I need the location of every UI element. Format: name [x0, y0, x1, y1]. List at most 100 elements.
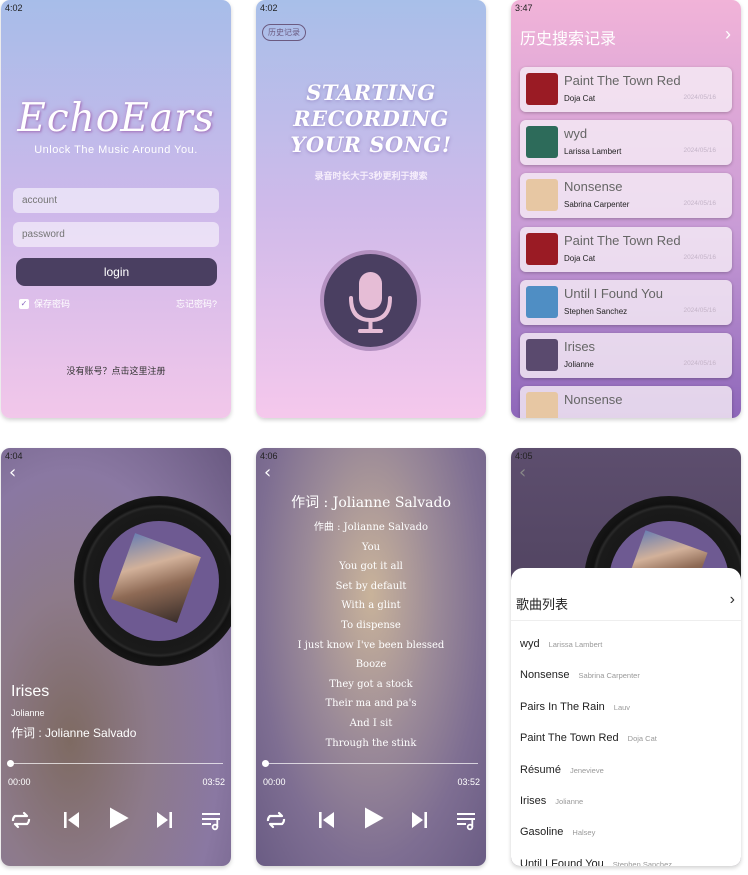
repeat-icon[interactable]	[264, 808, 288, 837]
playlist-icon[interactable]	[454, 808, 478, 837]
chevron-right-icon[interactable]: ›	[730, 591, 735, 609]
history-song-title: Irises	[564, 339, 596, 354]
forgot-password-link[interactable]: 忘记密码?	[176, 297, 217, 310]
history-date: 2024/05/16	[683, 94, 716, 101]
playlist-item[interactable]: Pairs In The Rain Lauv	[520, 701, 630, 713]
record-title-line: YOUR SONG!	[290, 132, 452, 157]
progress-bar[interactable]	[11, 763, 223, 764]
tagline: Unlock The Music Around You.	[34, 144, 198, 156]
page-title: 历史搜索记录	[520, 31, 617, 48]
lyrics-screen: 4:06 ‹ 作词 : Jolianne Salvado 作曲 : Joliann…	[256, 448, 486, 866]
time-elapsed: 00:00	[263, 777, 286, 787]
status-time: 4:05	[515, 451, 533, 461]
artist-name: Jolianne	[11, 708, 45, 718]
playlist-artist: Lauv	[613, 702, 631, 712]
next-icon[interactable]	[408, 808, 432, 837]
previous-icon[interactable]	[314, 808, 338, 837]
back-icon[interactable]: ‹	[264, 462, 271, 483]
account-input[interactable]	[13, 188, 219, 213]
playlist-item[interactable]: Irises Jolianne	[520, 795, 583, 807]
lyric-line: And I sit	[349, 717, 393, 729]
history-date: 2024/05/16	[683, 306, 716, 314]
checkbox-icon[interactable]: ✓	[19, 298, 29, 309]
playlist-artist: Stephen Sanchez	[612, 859, 673, 866]
remember-password[interactable]: ✓ 保存密码	[19, 297, 70, 310]
history-song-title: Nonsense	[564, 179, 623, 195]
status-time: 4:02	[260, 3, 278, 13]
time-total: 03:52	[457, 777, 480, 787]
status-time: 4:04	[5, 451, 23, 461]
lyric-line: You	[361, 541, 381, 553]
history-item[interactable]: Nonsense Sabrina Carpenter 2024/05/16	[520, 173, 732, 219]
history-artist: Larissa Lambert	[564, 147, 622, 157]
lyric-line: I just know I've been blessed	[297, 639, 445, 651]
playlist-item[interactable]: Paint The Town Red Doja Cat	[520, 732, 657, 744]
register-link[interactable]: 没有账号？点击这里注册	[1, 364, 231, 377]
time-elapsed: 00:00	[8, 777, 31, 787]
progress-knob[interactable]	[7, 760, 14, 767]
play-icon[interactable]	[358, 804, 386, 837]
repeat-icon[interactable]	[9, 808, 33, 837]
cover-thumbnail	[526, 179, 558, 212]
record-screen: 4:02 历史记录 STARTING RECORDING YOUR SONG! …	[256, 0, 486, 418]
history-song-title: Paint The Town Red	[564, 73, 681, 88]
playlist-item[interactable]: Résumé Jenevieve	[520, 764, 604, 776]
history-item[interactable]: wyd Larissa Lambert 2024/05/16	[520, 120, 732, 166]
song-title: Irises	[11, 683, 50, 700]
microphone-icon	[349, 272, 392, 333]
history-artist: Sabrina Carpenter	[564, 200, 630, 210]
status-time: 3:47	[515, 3, 533, 13]
status-time: 4:02	[5, 3, 23, 13]
history-item[interactable]: Nonsense	[520, 386, 732, 418]
playlist-item[interactable]: wyd Larissa Lambert	[520, 638, 602, 650]
record-title: STARTING RECORDING YOUR SONG!	[256, 80, 486, 158]
password-input[interactable]	[13, 222, 219, 247]
playlist-artist: Sabrina Carpenter	[578, 671, 640, 681]
playlist-icon[interactable]	[199, 808, 223, 837]
history-artist: Doja Cat	[564, 94, 596, 103]
history-song-title: Until I Found You	[564, 285, 664, 301]
playlist-song-title: wyd	[520, 638, 540, 650]
playlist-song-title: Pairs In The Rain	[520, 700, 605, 713]
cover-thumbnail	[526, 285, 558, 318]
history-screen: 3:47 历史搜索记录 › Paint The Town Red Doja Cat…	[511, 0, 741, 418]
play-icon[interactable]	[103, 804, 131, 837]
history-item[interactable]: Paint The Town Red Doja Cat 2024/05/16	[520, 226, 732, 272]
playlist-artist: Halsey	[572, 828, 596, 838]
playlist-song-title: Irises	[520, 795, 547, 807]
next-icon[interactable]	[153, 808, 177, 837]
playlist-item[interactable]: Gasoline Halsey	[520, 826, 595, 838]
history-button[interactable]: 历史记录	[262, 24, 306, 41]
history-date: 2024/05/16	[683, 147, 716, 155]
login-button[interactable]: login	[16, 258, 217, 286]
progress-bar[interactable]	[266, 763, 478, 764]
lyric-line: 作曲 : Jolianne Salvado	[313, 522, 429, 533]
progress-knob[interactable]	[262, 760, 269, 767]
history-item[interactable]: Paint The Town Red Doja Cat 2024/05/16	[520, 67, 732, 112]
history-item[interactable]: Irises Jolianne 2024/05/16	[520, 333, 732, 378]
playlist-artist: Doja Cat	[627, 734, 657, 744]
playlist-song-title: Until I Found You	[520, 857, 604, 866]
playlist-song-title: Gasoline	[520, 826, 564, 839]
back-icon[interactable]: ‹	[519, 462, 526, 483]
history-artist: Stephen Sanchez	[564, 306, 628, 316]
divider	[511, 620, 741, 621]
previous-icon[interactable]	[59, 808, 83, 837]
history-artist: Doja Cat	[564, 253, 596, 263]
playlist-sheet: 歌曲列表 › wyd Larissa Lambert Nonsense Sabrina…	[511, 568, 741, 866]
lyric-line: Set by default	[335, 580, 407, 592]
lyric-line: Booze	[355, 659, 387, 671]
current-lyric: 作词 : Jolianne Salvado	[11, 726, 137, 740]
back-icon[interactable]: ‹	[9, 462, 16, 483]
player-screen: 4:04 ‹ Irises Jolianne 作词 : Jolianne Sal…	[1, 448, 231, 866]
lyric-line: You got it all	[339, 561, 403, 573]
history-item[interactable]: Until I Found You Stephen Sanchez 2024/05/…	[520, 279, 732, 325]
cover-thumbnail	[526, 339, 558, 371]
app-logo: EchoEars	[17, 96, 215, 141]
lyric-line: Through the stink	[325, 737, 417, 749]
playlist-item[interactable]: Until I Found You Stephen Sanchez	[520, 858, 672, 866]
lyrics-view[interactable]: 作词 : Jolianne Salvado 作曲 : Jolianne Salva…	[256, 492, 486, 753]
record-button[interactable]	[320, 250, 421, 351]
playlist-item[interactable]: Nonsense Sabrina Carpenter	[520, 669, 640, 681]
chevron-right-icon[interactable]: ›	[725, 24, 731, 45]
